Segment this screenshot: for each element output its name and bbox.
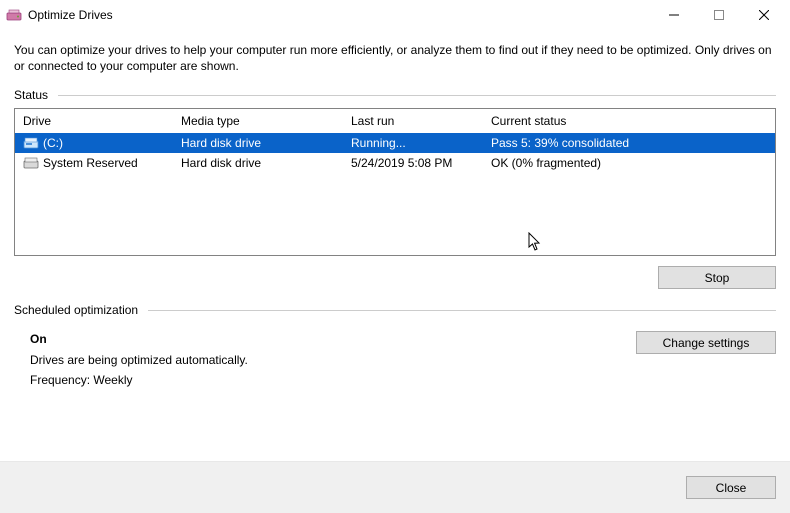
cell-media: Hard disk drive <box>179 134 349 152</box>
cell-lastrun: 5/24/2019 5:08 PM <box>349 154 489 172</box>
change-settings-button[interactable]: Change settings <box>636 331 776 354</box>
cell-status: OK (0% fragmented) <box>489 154 771 172</box>
close-button[interactable] <box>741 0 786 30</box>
optimize-drives-window: Optimize Drives You can optimize your dr… <box>0 0 790 513</box>
cell-drive: System Reserved <box>43 156 138 170</box>
status-actions: Stop <box>14 264 776 303</box>
divider <box>148 310 776 311</box>
cell-media: Hard disk drive <box>179 154 349 172</box>
col-header-drive[interactable]: Drive <box>21 110 179 132</box>
drive-icon <box>23 156 39 170</box>
table-row[interactable]: System Reserved Hard disk drive 5/24/201… <box>15 153 775 173</box>
scheduled-section-header: Scheduled optimization <box>14 303 776 317</box>
col-header-media[interactable]: Media type <box>179 110 349 132</box>
scheduled-text: On Drives are being optimized automatica… <box>30 329 636 390</box>
scheduled-label: Scheduled optimization <box>14 303 138 317</box>
status-label: Status <box>14 88 48 102</box>
close-dialog-button[interactable]: Close <box>686 476 776 499</box>
listview-header: Drive Media type Last run Current status <box>15 109 775 133</box>
status-section-header: Status <box>14 88 776 102</box>
cell-drive: (C:) <box>43 136 63 150</box>
intro-text: You can optimize your drives to help you… <box>14 36 776 88</box>
drive-icon <box>23 136 39 150</box>
content-area: You can optimize your drives to help you… <box>0 30 790 461</box>
scheduled-state: On <box>30 329 636 349</box>
scheduled-body: On Drives are being optimized automatica… <box>14 323 776 390</box>
table-row[interactable]: (C:) Hard disk drive Running... Pass 5: … <box>15 133 775 153</box>
stop-button[interactable]: Stop <box>658 266 776 289</box>
scheduled-desc: Drives are being optimized automatically… <box>30 350 636 370</box>
titlebar: Optimize Drives <box>0 0 790 30</box>
minimize-button[interactable] <box>651 0 696 30</box>
drives-listview[interactable]: Drive Media type Last run Current status… <box>14 108 776 256</box>
window-title: Optimize Drives <box>28 8 113 22</box>
col-header-status[interactable]: Current status <box>489 110 771 132</box>
cell-status: Pass 5: 39% consolidated <box>489 134 771 152</box>
col-header-lastrun[interactable]: Last run <box>349 110 489 132</box>
cell-lastrun: Running... <box>349 134 489 152</box>
app-icon <box>6 7 22 23</box>
dialog-footer: Close <box>0 461 790 513</box>
divider <box>58 95 776 96</box>
scheduled-frequency: Frequency: Weekly <box>30 370 636 390</box>
maximize-button[interactable] <box>696 0 741 30</box>
